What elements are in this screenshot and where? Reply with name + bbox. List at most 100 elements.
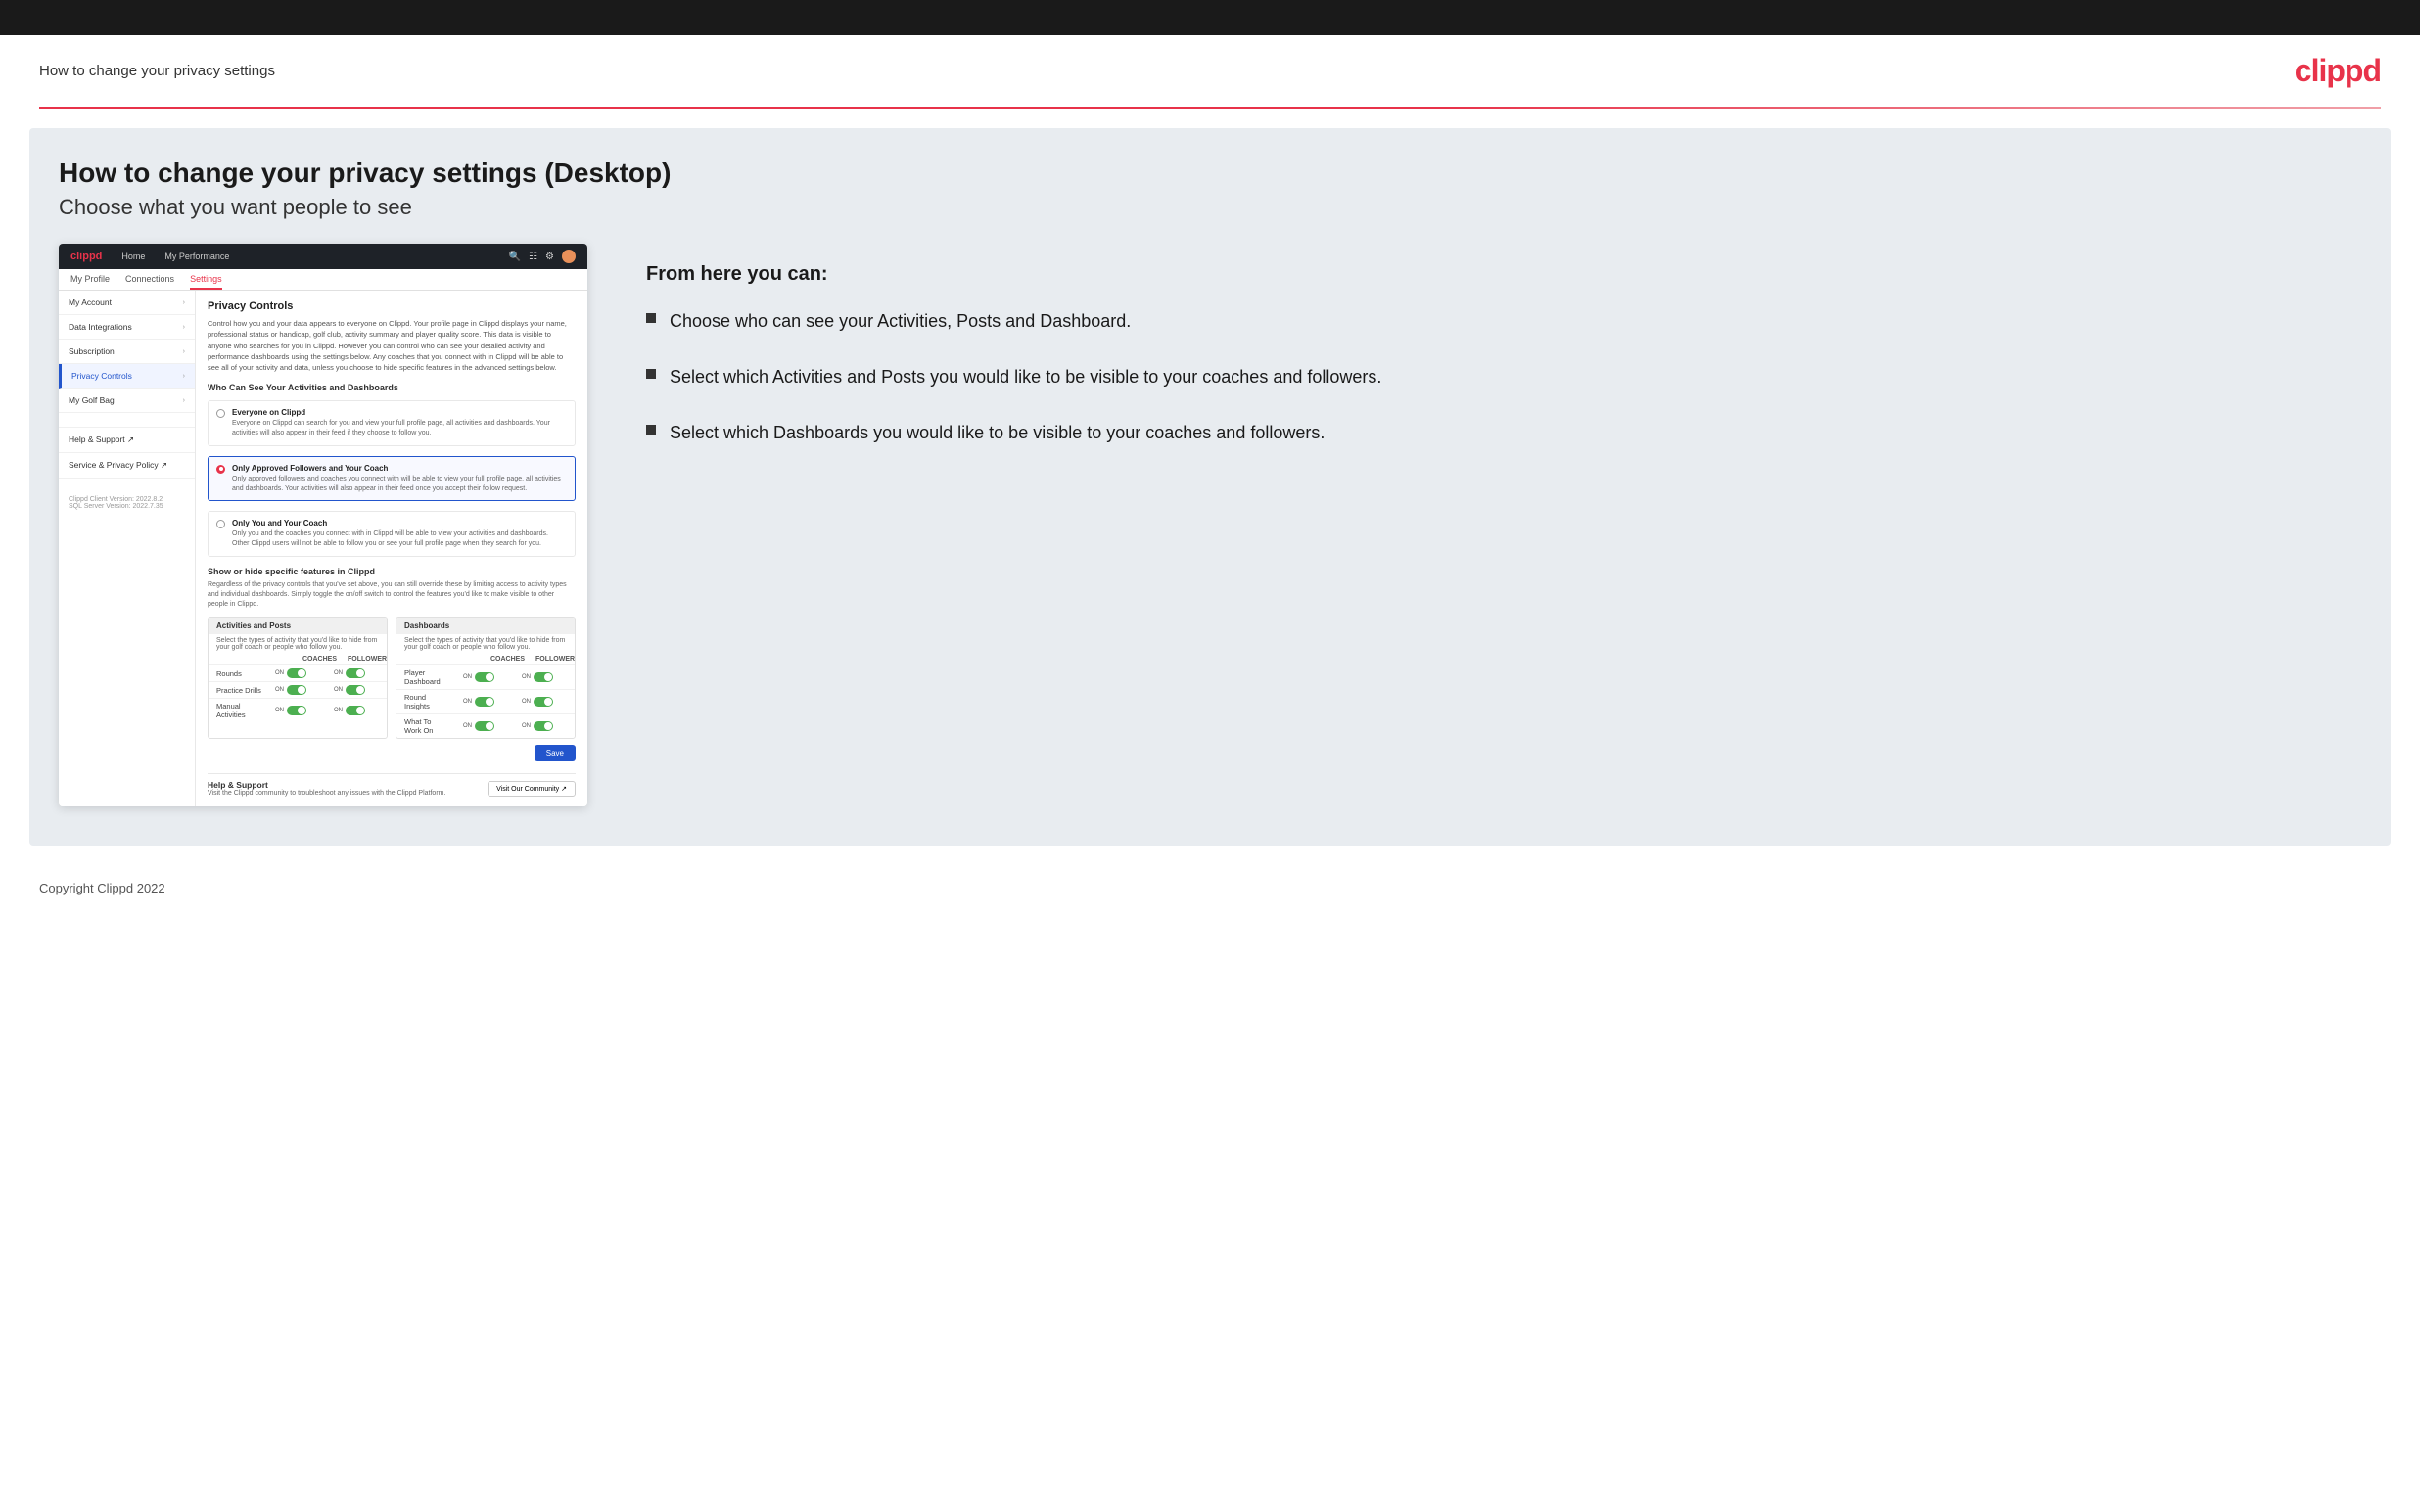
who-can-see-heading: Who Can See Your Activities and Dashboar… [208, 383, 576, 392]
subnav-my-profile[interactable]: My Profile [70, 274, 110, 290]
bullet-icon-1 [646, 313, 656, 323]
round-insights-follower-toggle[interactable] [534, 697, 553, 707]
chevron-icon: › [183, 373, 185, 380]
round-insights-label: Round Insights [404, 693, 449, 710]
rounds-follower-toggle[interactable] [346, 668, 365, 678]
round-insights-coach-toggle[interactable] [475, 697, 494, 707]
radio-desc-only-you: Only you and the coaches you connect wit… [232, 529, 567, 549]
coaches-col-header: COACHES [302, 656, 334, 663]
radio-button-everyone[interactable] [216, 409, 225, 418]
bullet-item-1: Choose who can see your Activities, Post… [646, 309, 2351, 334]
main-content: How to change your privacy settings (Des… [29, 128, 2391, 846]
what-to-work-on-coach-toggle[interactable] [475, 721, 494, 731]
player-dashboard-label: Player Dashboard [404, 668, 449, 686]
footer: Copyright Clippd 2022 [0, 865, 2420, 911]
activities-card-header: Activities and Posts [209, 618, 387, 634]
search-icon[interactable]: 🔍 [509, 252, 521, 262]
bullet-icon-2 [646, 369, 656, 379]
toggle-row-what-to-work-on: What To Work On ON ON [396, 713, 575, 738]
followers-col-header: FOLLOWERS [348, 656, 379, 663]
version-line1: Clippd Client Version: 2022.8.2 [69, 496, 185, 503]
rounds-follower-toggle-pair: ON [320, 668, 379, 678]
bullet-list: Choose who can see your Activities, Post… [646, 309, 2351, 446]
dashboards-card: Dashboards Select the types of activity … [396, 617, 576, 739]
settings-icon[interactable]: ⚙ [545, 252, 554, 262]
toggle-row-manual: Manual Activities ON ON [209, 698, 387, 722]
logo: clippd [2295, 53, 2381, 89]
activities-card-desc: Select the types of activity that you'd … [209, 634, 387, 654]
help-desc: Visit the Clippd community to troublesho… [208, 790, 445, 797]
save-button[interactable]: Save [535, 745, 576, 761]
toggle-row-rounds: Rounds ON ON [209, 664, 387, 681]
player-dashboard-follower-toggle[interactable] [534, 672, 553, 682]
subnav-settings[interactable]: Settings [190, 274, 222, 290]
radio-label-everyone: Everyone on Clippd [232, 408, 567, 417]
rounds-coach-toggle[interactable] [287, 668, 306, 678]
manual-label: Manual Activities [216, 702, 261, 719]
bullet-text-3: Select which Dashboards you would like t… [670, 421, 1325, 445]
main-heading: How to change your privacy settings (Des… [59, 158, 2361, 189]
practice-follower-toggle-pair: ON [320, 685, 379, 695]
show-hide-desc: Regardless of the privacy controls that … [208, 580, 576, 609]
grid-icon[interactable]: ☷ [529, 252, 537, 262]
radio-label-only-you: Only You and Your Coach [232, 519, 567, 527]
practice-follower-toggle[interactable] [346, 685, 365, 695]
bullet-item-2: Select which Activities and Posts you wo… [646, 365, 2351, 389]
manual-coach-toggle[interactable] [287, 706, 306, 715]
manual-follower-toggle-pair: ON [320, 706, 379, 715]
visit-community-button[interactable]: Visit Our Community ↗ [488, 781, 576, 797]
version-line2: SQL Server Version: 2022.7.35 [69, 503, 185, 510]
radio-button-approved[interactable] [216, 465, 225, 474]
content-row: clippd Home My Performance 🔍 ☷ ⚙ My Prof… [59, 244, 2361, 806]
save-row: Save [208, 739, 576, 765]
app-logo-icon: clippd [70, 251, 102, 262]
radio-everyone[interactable]: Everyone on Clippd Everyone on Clippd ca… [208, 400, 576, 446]
app-body: My Account › Data Integrations › Subscri… [59, 291, 587, 806]
rounds-label: Rounds [216, 669, 261, 678]
toggle-row-practice: Practice Drills ON ON [209, 681, 387, 698]
main-subheading: Choose what you want people to see [59, 195, 2361, 220]
sidebar-item-data-integrations[interactable]: Data Integrations › [59, 315, 195, 340]
right-panel: From here you can: Choose who can see yo… [627, 244, 2361, 456]
top-bar [0, 0, 2420, 35]
sidebar-item-privacy-controls[interactable]: Privacy Controls › [59, 364, 195, 389]
practice-coach-toggle[interactable] [287, 685, 306, 695]
player-dashboard-coach-pair: ON [449, 672, 508, 682]
app-nav-home[interactable]: Home [121, 252, 145, 261]
what-to-work-on-follower-toggle[interactable] [534, 721, 553, 731]
subnav-connections[interactable]: Connections [125, 274, 174, 290]
panel-desc: Control how you and your data appears to… [208, 318, 576, 373]
player-dashboard-follower-pair: ON [508, 672, 567, 682]
sidebar-item-privacy-policy[interactable]: Service & Privacy Policy ↗ [59, 453, 195, 479]
chevron-icon: › [183, 324, 185, 331]
app-nav-performance[interactable]: My Performance [164, 252, 229, 261]
d-coaches-col-header: COACHES [490, 656, 522, 663]
radio-only-you[interactable]: Only You and Your Coach Only you and the… [208, 511, 576, 557]
app-subnav: My Profile Connections Settings [59, 269, 587, 291]
sidebar-item-help[interactable]: Help & Support ↗ [59, 428, 195, 453]
rounds-coach-toggle-pair: ON [261, 668, 320, 678]
sidebar-item-my-account[interactable]: My Account › [59, 291, 195, 315]
bullet-icon-3 [646, 425, 656, 435]
show-hide-title: Show or hide specific features in Clippd [208, 567, 576, 576]
radio-button-only-you[interactable] [216, 520, 225, 528]
app-nav-icons: 🔍 ☷ ⚙ [509, 250, 576, 263]
what-to-work-on-label: What To Work On [404, 717, 449, 735]
manual-follower-toggle[interactable] [346, 706, 365, 715]
round-insights-coach-pair: ON [449, 697, 508, 707]
player-dashboard-coach-toggle[interactable] [475, 672, 494, 682]
from-here-title: From here you can: [646, 263, 2351, 286]
visit-community-label: Visit Our Community ↗ [496, 785, 567, 793]
sidebar-item-subscription[interactable]: Subscription › [59, 340, 195, 364]
round-insights-follower-pair: ON [508, 697, 567, 707]
header-divider [39, 107, 2381, 109]
copyright: Copyright Clippd 2022 [39, 881, 165, 895]
toggle-row-round-insights: Round Insights ON ON [396, 689, 575, 713]
bullet-item-3: Select which Dashboards you would like t… [646, 421, 2351, 445]
chevron-icon: › [183, 299, 185, 306]
radio-approved-followers[interactable]: Only Approved Followers and Your Coach O… [208, 456, 576, 502]
avatar[interactable] [562, 250, 576, 263]
page-title: How to change your privacy settings [39, 63, 275, 79]
sidebar-item-my-golf-bag[interactable]: My Golf Bag › [59, 389, 195, 413]
app-screenshot: clippd Home My Performance 🔍 ☷ ⚙ My Prof… [59, 244, 587, 806]
